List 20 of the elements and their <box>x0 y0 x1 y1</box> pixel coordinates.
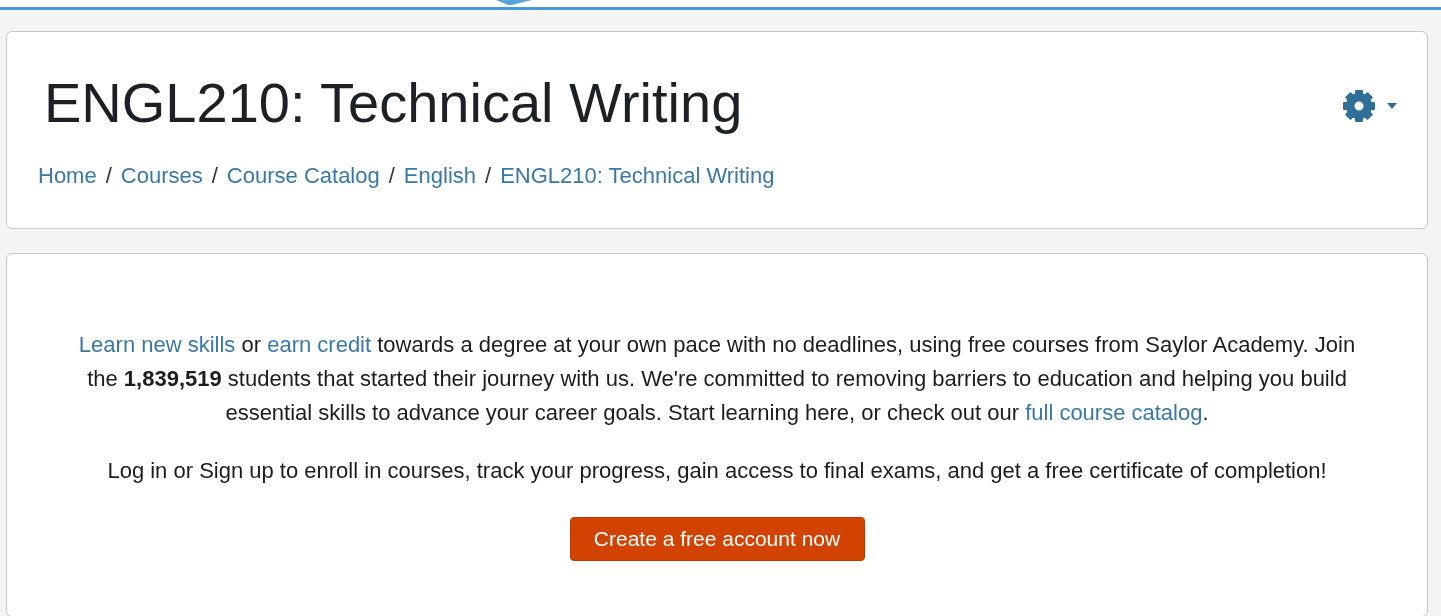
intro-paragraph: Learn new skills or earn credit towards a degree at your own pace with no deadlines, using free courses from Saylor Academy. Join the 1,839,519 students that started their journey with us. We're committed to removing barriers to education and helping you build essential skills to advance your career goals. Start learning here, or check out our full course catalog. <box>77 331 1357 427</box>
text-link[interactable]: full course catalog <box>1025 400 1203 425</box>
text-link[interactable]: earn credit <box>267 332 372 357</box>
down-arrow-icon <box>496 0 532 5</box>
breadcrumb-separator: / <box>387 162 396 190</box>
intro-paragraph: Log in or Sign up to enroll in courses, track your progress, gain access to final exams, and get a free certificate of completion! <box>107 457 1327 485</box>
breadcrumb-link[interactable]: ENGL210: Technical Writing <box>500 159 775 193</box>
breadcrumb-separator: / <box>210 162 219 190</box>
breadcrumb-link[interactable]: Course Catalog <box>226 159 380 193</box>
breadcrumb-link[interactable]: Courses <box>120 159 203 193</box>
breadcrumb-separator: / <box>104 162 113 190</box>
caret-icon <box>1387 103 1397 109</box>
create-account-button[interactable]: Create a free account now <box>569 517 865 561</box>
breadcrumb-link[interactable]: Home <box>38 159 97 193</box>
page-title: ENGL210: Technical Writing <box>44 70 744 136</box>
settings-icon <box>1343 90 1375 122</box>
breadcrumb-separator: / <box>484 162 493 190</box>
text-link[interactable]: Learn new skills <box>78 332 236 357</box>
settings-menu-button[interactable] <box>1343 90 1397 122</box>
breadcrumb-link[interactable]: English <box>403 159 476 193</box>
